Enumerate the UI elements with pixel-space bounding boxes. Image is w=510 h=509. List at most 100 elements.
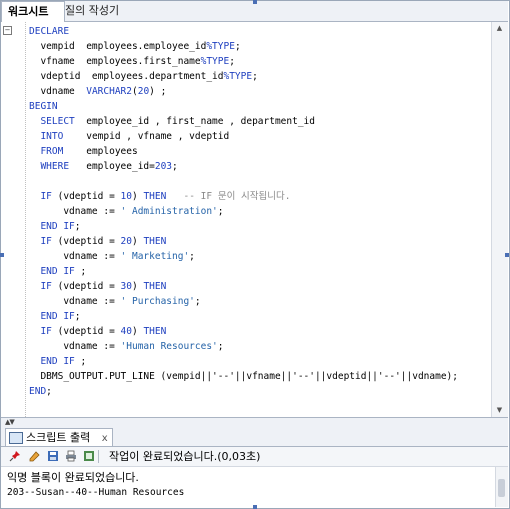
- editor-gutter: −: [1, 22, 25, 417]
- code-token: ;: [189, 251, 195, 262]
- code-line[interactable]: SELECT employee_id , first_name , depart…: [29, 114, 315, 129]
- eraser-icon[interactable]: [28, 450, 40, 462]
- code-line[interactable]: INTO vempid , vfname , vdeptid: [29, 129, 229, 144]
- code-num-token: 20: [120, 236, 132, 247]
- code-token: ;: [229, 56, 235, 67]
- code-token: ): [132, 281, 144, 292]
- code-kw-token: INTO: [40, 131, 64, 142]
- editor-split-bar[interactable]: ▲▼: [1, 417, 508, 426]
- code-area[interactable]: DECLARE vempid employees.employee_id%TYP…: [29, 22, 484, 417]
- code-token: (vdeptid =: [51, 236, 121, 247]
- code-line[interactable]: BEGIN: [29, 99, 58, 114]
- code-token: vdname: [40, 86, 87, 97]
- code-num-token: 10: [120, 191, 132, 202]
- code-kw-token: THEN: [143, 236, 167, 247]
- collapse-arrows-icon[interactable]: ▲▼: [5, 418, 15, 426]
- script-output-icon: [9, 432, 23, 444]
- code-line[interactable]: WHERE employee_id=203;: [29, 159, 177, 174]
- code-line[interactable]: IF (vdeptid = 30) THEN: [29, 279, 166, 294]
- scroll-up-icon[interactable]: ▲: [494, 23, 505, 34]
- code-line[interactable]: vdname := ' Marketing';: [29, 249, 195, 264]
- resize-handle-left[interactable]: [0, 253, 4, 257]
- code-line[interactable]: vempid employees.employee_id%TYPE;: [29, 39, 240, 54]
- code-token: ): [132, 326, 144, 337]
- output-vertical-scrollbar[interactable]: [495, 467, 508, 507]
- code-line[interactable]: END;: [29, 384, 52, 399]
- resize-handle-bottom[interactable]: [253, 505, 257, 509]
- code-kw-token: FROM: [40, 146, 64, 157]
- code-token: vdname :=: [63, 341, 121, 352]
- code-line[interactable]: END IF ;: [29, 264, 86, 279]
- code-num-token: 20: [137, 86, 150, 97]
- tab-script-output[interactable]: 스크립트 출력 x: [5, 428, 113, 446]
- sql-editor[interactable]: − DECLARE vempid employees.employee_id%T…: [1, 22, 508, 417]
- script-output-area[interactable]: 익명 블록이 완료되었습니다. 203--Susan--40--Human Re…: [1, 467, 508, 507]
- code-token: vdname :=: [63, 296, 121, 307]
- code-str-token: 'Human Resources': [120, 341, 218, 352]
- print-icon[interactable]: [65, 450, 77, 462]
- resize-handle-right[interactable]: [505, 253, 509, 257]
- code-str-token: ' Marketing': [120, 251, 190, 262]
- code-kw-token: THEN: [143, 281, 167, 292]
- code-token: ) ;: [149, 86, 167, 97]
- code-token: (vdeptid =: [51, 326, 121, 337]
- code-num-token: 203: [154, 161, 173, 172]
- code-line[interactable]: END IF;: [29, 219, 81, 234]
- output-result-line: 203--Susan--40--Human Resources: [7, 487, 185, 498]
- code-token: ;: [74, 356, 87, 367]
- code-line[interactable]: FROM employees: [29, 144, 137, 159]
- close-tab-icon[interactable]: x: [102, 433, 108, 444]
- code-token: ;: [74, 266, 87, 277]
- code-line[interactable]: vdname := ' Purchasing';: [29, 294, 200, 309]
- code-token: ;: [46, 386, 52, 397]
- editor-vertical-scrollbar[interactable]: ▲ ▼: [491, 22, 508, 417]
- fold-collapse-icon[interactable]: −: [3, 26, 12, 35]
- code-str-token: ' Purchasing': [120, 296, 195, 307]
- code-line[interactable]: IF (vdeptid = 40) THEN: [29, 324, 166, 339]
- toolbar-separator: [98, 450, 99, 463]
- save-icon[interactable]: [47, 450, 59, 462]
- code-line[interactable]: vdname := 'Human Resources';: [29, 339, 223, 354]
- code-token: ;: [74, 221, 81, 232]
- code-line[interactable]: END IF ;: [29, 354, 86, 369]
- code-token: vfname employees.first_name: [40, 56, 201, 67]
- code-line[interactable]: vdname := ' Administration';: [29, 204, 223, 219]
- code-kw-token: WHERE: [40, 161, 70, 172]
- code-line[interactable]: vfname employees.first_name%TYPE;: [29, 54, 235, 69]
- code-cmt-token: -- IF 문이 시작됩니다.: [183, 191, 291, 202]
- scroll-down-icon[interactable]: ▼: [494, 405, 505, 416]
- code-line[interactable]: DECLARE: [29, 24, 69, 39]
- output-tab-bar: 스크립트 출력 x: [1, 426, 508, 447]
- code-token: DBMS_OUTPUT.PUT_LINE (vempid||'--'||vfna…: [40, 371, 458, 382]
- code-kw-token: IF: [40, 191, 52, 202]
- code-line[interactable]: IF (vdeptid = 10) THEN -- IF 문이 시작됩니다.: [29, 189, 290, 204]
- code-line[interactable]: vdname VARCHAR2(20) ;: [29, 84, 166, 99]
- export-icon[interactable]: [83, 450, 95, 462]
- code-kw-token: END IF: [40, 311, 75, 322]
- code-token: vempid employees.employee_id: [40, 41, 207, 52]
- tab-query-builder[interactable]: 질의 작성기: [59, 1, 125, 21]
- code-line[interactable]: vdeptid employees.department_id%TYPE;: [29, 69, 258, 84]
- worksheet-tab-bar: 워크시트 질의 작성기: [1, 1, 508, 22]
- code-kw-token: BEGIN: [29, 101, 58, 112]
- code-token: ;: [252, 71, 258, 82]
- pin-icon[interactable]: [9, 450, 21, 462]
- code-token: vempid , vfname , vdeptid: [63, 131, 230, 142]
- code-line[interactable]: END IF;: [29, 309, 80, 324]
- tab-worksheet[interactable]: 워크시트: [1, 1, 65, 22]
- code-num-token: 40: [120, 326, 132, 337]
- code-line[interactable]: IF (vdeptid = 20) THEN: [29, 234, 166, 249]
- code-token: employee_id=: [69, 161, 155, 172]
- output-message: 익명 블록이 완료되었습니다.: [7, 471, 139, 484]
- resize-handle-top[interactable]: [253, 0, 257, 4]
- scrollbar-thumb[interactable]: [498, 479, 505, 497]
- code-token: vdname :=: [63, 206, 121, 217]
- code-str-token: ' Administration': [120, 206, 218, 217]
- code-line[interactable]: DBMS_OUTPUT.PUT_LINE (vempid||'--'||vfna…: [29, 369, 458, 384]
